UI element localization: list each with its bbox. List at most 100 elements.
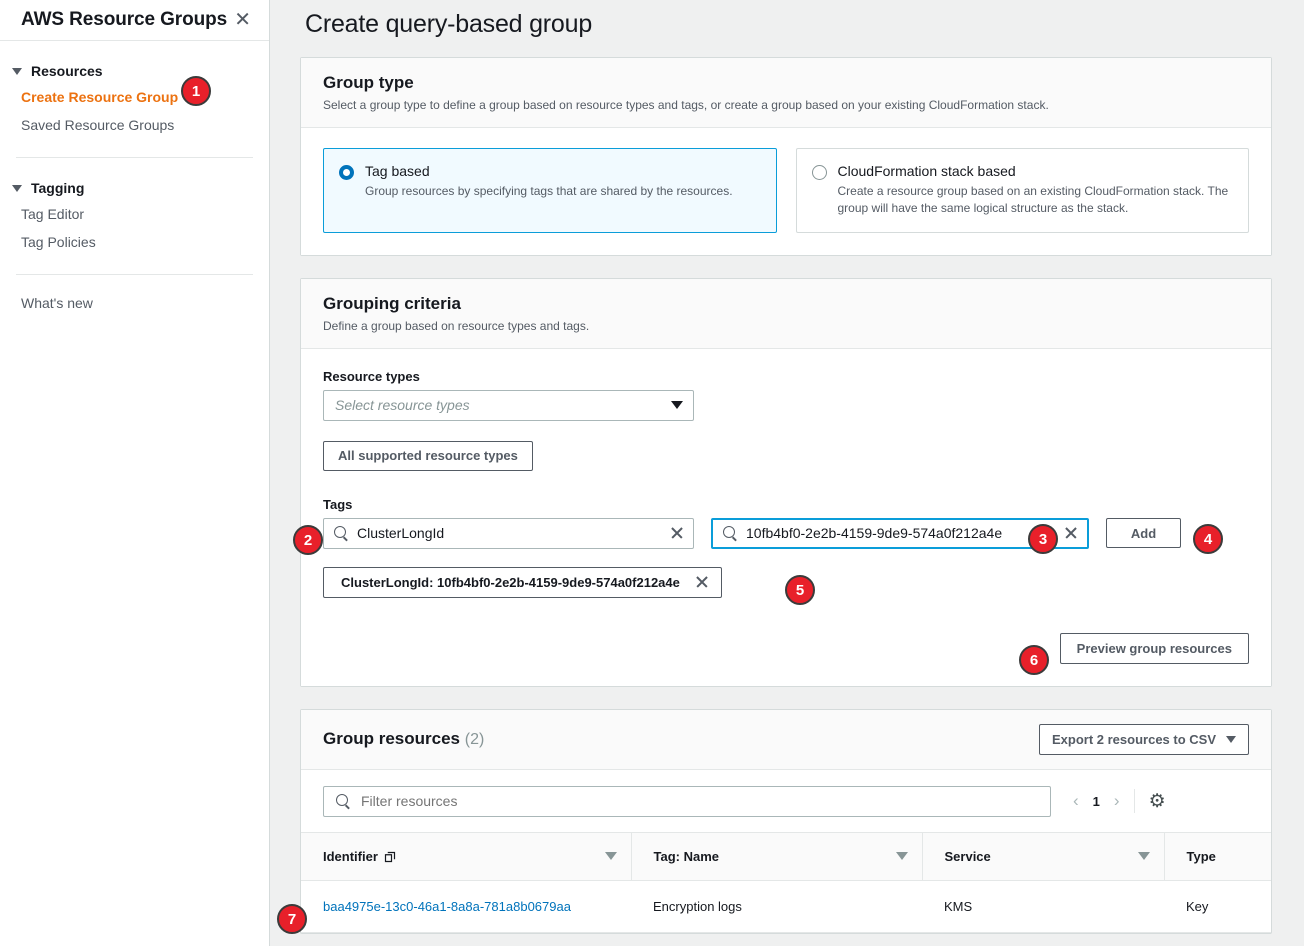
group-resources-card: Group resources (2) Export 2 resources t… (300, 709, 1272, 934)
radio-tag-based[interactable] (339, 165, 354, 180)
pagination: ‹ 1 › (1065, 791, 1120, 811)
column-header-tag-name-label: Tag: Name (654, 849, 720, 864)
group-resources-header: Group resources (2) Export 2 resources t… (301, 710, 1271, 770)
tags-label: Tags (323, 497, 1249, 512)
option-cloudformation-label: CloudFormation stack based (838, 163, 1233, 179)
group-type-card: Group type Select a group type to define… (300, 57, 1272, 256)
sidebar-group-label: Tagging (31, 180, 84, 196)
group-resources-count: (2) (465, 731, 485, 748)
resource-types-placeholder: Select resource types (335, 397, 470, 413)
step-badge-1: 1 (181, 76, 211, 106)
remove-tag-icon[interactable] (694, 574, 710, 590)
caret-down-icon (12, 68, 22, 75)
column-header-tag-name[interactable]: Tag: Name (631, 832, 922, 880)
option-cloudformation-description: Create a resource group based on an exis… (838, 183, 1233, 218)
search-icon (336, 794, 351, 809)
next-page-icon[interactable]: › (1114, 791, 1120, 811)
export-csv-label: Export 2 resources to CSV (1052, 732, 1216, 747)
cell-service: KMS (922, 880, 1164, 932)
sidebar: AWS Resource Groups ✕ Resources Create R… (0, 0, 270, 946)
page-title: Create query-based group (300, 0, 1272, 57)
column-header-identifier[interactable]: Identifier (301, 832, 631, 880)
sidebar-group-tagging[interactable]: Tagging (0, 176, 269, 200)
group-type-body: Tag based Group resources by specifying … (301, 128, 1271, 255)
option-tag-based[interactable]: Tag based Group resources by specifying … (323, 148, 777, 233)
table-row: baa4975e-13c0-46a1-8a8a-781a8b0679aa Enc… (301, 880, 1271, 932)
resource-types-label: Resource types (323, 369, 1249, 384)
close-icon[interactable]: ✕ (234, 10, 251, 30)
all-supported-resource-types-button[interactable]: All supported resource types (323, 441, 533, 471)
sidebar-group-label: Resources (31, 63, 103, 79)
sort-tag-name-icon[interactable] (896, 852, 908, 860)
main-content: Create query-based group Group type Sele… (270, 0, 1304, 946)
group-type-title: Group type (323, 73, 1249, 93)
group-resources-title-text: Group resources (323, 729, 460, 748)
filter-resources-wrapper[interactable] (323, 786, 1051, 817)
option-tag-based-label: Tag based (365, 163, 733, 179)
previous-page-icon[interactable]: ‹ (1073, 791, 1079, 811)
resource-types-select[interactable]: Select resource types (323, 390, 694, 421)
table-toolbar: ‹ 1 › ⚙ (301, 770, 1271, 832)
tag-chip-label: ClusterLongId: 10fb4bf0-2e2b-4159-9de9-5… (341, 575, 680, 590)
radio-cloudformation-stack-based[interactable] (812, 165, 827, 180)
table-header-row: Identifier Tag: Name (301, 832, 1271, 880)
grouping-criteria-header: Grouping criteria Define a group based o… (301, 279, 1271, 349)
grouping-criteria-card: Grouping criteria Define a group based o… (300, 278, 1272, 687)
gear-icon[interactable]: ⚙ (1149, 792, 1166, 811)
cell-type: Key (1164, 880, 1271, 932)
sidebar-item-tag-policies[interactable]: Tag Policies (0, 228, 269, 256)
tag-key-input[interactable] (357, 525, 661, 541)
identifier-link[interactable]: baa4975e-13c0-46a1-8a8a-781a8b0679aa (323, 899, 571, 914)
search-icon (723, 526, 738, 541)
clear-tag-value-icon[interactable] (1063, 525, 1079, 541)
step-badge-3: 3 (1028, 524, 1058, 554)
column-header-identifier-label: Identifier (323, 849, 378, 864)
step-badge-7: 7 (277, 904, 307, 934)
column-header-type[interactable]: Type (1164, 832, 1271, 880)
tags-input-row: Add (323, 518, 1249, 549)
step-badge-2: 2 (293, 525, 323, 555)
column-header-service-label: Service (945, 849, 991, 864)
sort-service-icon[interactable] (1138, 852, 1150, 860)
grouping-criteria-title: Grouping criteria (323, 294, 1249, 314)
clear-tag-key-icon[interactable] (669, 525, 685, 541)
caret-down-icon (12, 185, 22, 192)
sidebar-item-saved-resource-groups[interactable]: Saved Resource Groups (0, 111, 269, 139)
cell-identifier: baa4975e-13c0-46a1-8a8a-781a8b0679aa (301, 880, 631, 932)
sidebar-item-create-resource-group[interactable]: Create Resource Group (0, 83, 269, 111)
tag-key-input-wrapper[interactable] (323, 518, 694, 549)
step-badge-4: 4 (1193, 524, 1223, 554)
grouping-criteria-body: Resource types Select resource types All… (301, 349, 1271, 686)
column-header-type-label: Type (1187, 849, 1216, 864)
export-csv-button[interactable]: Export 2 resources to CSV (1039, 724, 1249, 755)
sidebar-group-resources[interactable]: Resources (0, 59, 269, 83)
group-type-options: Tag based Group resources by specifying … (323, 148, 1249, 233)
group-resources-title: Group resources (2) (323, 729, 484, 749)
group-type-header: Group type Select a group type to define… (301, 58, 1271, 128)
column-header-service[interactable]: Service (922, 832, 1164, 880)
option-tag-based-description: Group resources by specifying tags that … (365, 183, 733, 200)
tag-value-input[interactable] (746, 525, 1055, 541)
preview-group-resources-button[interactable]: Preview group resources (1060, 633, 1249, 664)
sort-identifier-icon[interactable] (605, 852, 617, 860)
chevron-down-icon (671, 401, 683, 409)
filter-resources-input[interactable] (361, 793, 1040, 809)
group-type-description: Select a group type to define a group ba… (323, 98, 1249, 112)
sidebar-header: AWS Resource Groups ✕ (0, 0, 269, 41)
external-link-icon (384, 851, 396, 863)
chevron-down-icon (1226, 736, 1236, 743)
tag-chip[interactable]: ClusterLongId: 10fb4bf0-2e2b-4159-9de9-5… (323, 567, 722, 598)
option-cloudformation-stack-based[interactable]: CloudFormation stack based Create a reso… (796, 148, 1250, 233)
step-badge-5: 5 (785, 575, 815, 605)
add-tag-button[interactable]: Add (1106, 518, 1181, 548)
sidebar-title: AWS Resource Groups (21, 9, 227, 31)
sidebar-item-tag-editor[interactable]: Tag Editor (0, 200, 269, 228)
page-number[interactable]: 1 (1093, 794, 1100, 809)
sidebar-section-tagging: Tagging Tag Editor Tag Policies (0, 158, 269, 256)
grouping-criteria-description: Define a group based on resource types a… (323, 319, 1249, 333)
sidebar-item-whats-new[interactable]: What's new (0, 289, 269, 317)
group-resources-table: Identifier Tag: Name (301, 832, 1271, 933)
search-icon (334, 526, 349, 541)
toolbar-divider (1134, 789, 1135, 813)
sidebar-section-resources: Resources Create Resource Group Saved Re… (0, 41, 269, 139)
